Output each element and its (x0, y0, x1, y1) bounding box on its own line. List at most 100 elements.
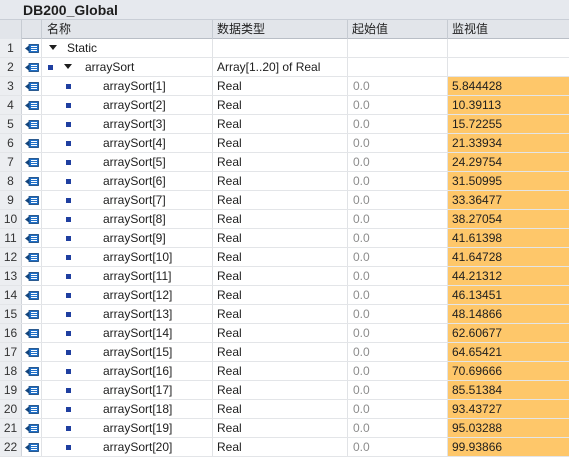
start-value-cell[interactable]: 0.0 (348, 305, 448, 323)
name-cell[interactable]: arraySort[4] (42, 134, 213, 152)
table-row[interactable]: 11 arraySort[9] Real 0.0 41.61398 (0, 229, 569, 248)
table-row[interactable]: 18 arraySort[16] Real 0.0 70.69666 (0, 362, 569, 381)
name-cell[interactable]: arraySort[11] (42, 267, 213, 285)
name-cell[interactable]: arraySort[15] (42, 343, 213, 361)
start-value-cell[interactable]: 0.0 (348, 267, 448, 285)
datatype-cell[interactable]: Real (213, 115, 348, 133)
start-value-cell[interactable]: 0.0 (348, 210, 448, 228)
start-value-cell[interactable]: 0.0 (348, 229, 448, 247)
row-number[interactable]: 5 (0, 115, 22, 133)
start-value-cell[interactable] (348, 39, 448, 57)
start-value-cell[interactable]: 0.0 (348, 153, 448, 171)
row-number[interactable]: 14 (0, 286, 22, 304)
datatype-cell[interactable]: Real (213, 210, 348, 228)
name-cell[interactable]: arraySort[17] (42, 381, 213, 399)
name-cell[interactable]: arraySort[1] (42, 77, 213, 95)
row-number[interactable]: 18 (0, 362, 22, 380)
name-cell[interactable]: arraySort (42, 58, 213, 76)
table-row[interactable]: 2 arraySort Array[1..20] of Real (0, 58, 569, 77)
name-cell[interactable]: arraySort[20] (42, 438, 213, 456)
datatype-cell[interactable]: Real (213, 172, 348, 190)
table-row[interactable]: 4 arraySort[2] Real 0.0 10.39113 (0, 96, 569, 115)
table-row[interactable]: 19 arraySort[17] Real 0.0 85.51384 (0, 381, 569, 400)
start-value-cell[interactable]: 0.0 (348, 96, 448, 114)
row-number[interactable]: 12 (0, 248, 22, 266)
header-datatype[interactable]: 数据类型 (213, 20, 348, 39)
start-value-cell[interactable]: 0.0 (348, 77, 448, 95)
start-value-cell[interactable]: 0.0 (348, 438, 448, 456)
datatype-cell[interactable]: Real (213, 381, 348, 399)
datatype-cell[interactable]: Real (213, 134, 348, 152)
datatype-cell[interactable] (213, 39, 348, 57)
datatype-cell[interactable]: Array[1..20] of Real (213, 58, 348, 76)
start-value-cell[interactable]: 0.0 (348, 134, 448, 152)
datatype-cell[interactable]: Real (213, 286, 348, 304)
datatype-cell[interactable]: Real (213, 400, 348, 418)
name-cell[interactable]: arraySort[8] (42, 210, 213, 228)
datatype-cell[interactable]: Real (213, 229, 348, 247)
name-cell[interactable]: arraySort[9] (42, 229, 213, 247)
start-value-cell[interactable]: 0.0 (348, 115, 448, 133)
row-number[interactable]: 21 (0, 419, 22, 437)
row-number[interactable]: 19 (0, 381, 22, 399)
row-number[interactable]: 7 (0, 153, 22, 171)
name-cell[interactable]: arraySort[13] (42, 305, 213, 323)
name-cell[interactable]: arraySort[5] (42, 153, 213, 171)
expand-arrow-icon[interactable] (64, 64, 72, 69)
table-row[interactable]: 17 arraySort[15] Real 0.0 64.65421 (0, 343, 569, 362)
name-cell[interactable]: Static (42, 39, 213, 57)
datatype-cell[interactable]: Real (213, 305, 348, 323)
table-row[interactable]: 15 arraySort[13] Real 0.0 48.14866 (0, 305, 569, 324)
table-row[interactable]: 9 arraySort[7] Real 0.0 33.36477 (0, 191, 569, 210)
start-value-cell[interactable]: 0.0 (348, 286, 448, 304)
start-value-cell[interactable]: 0.0 (348, 343, 448, 361)
start-value-cell[interactable] (348, 58, 448, 76)
start-value-cell[interactable]: 0.0 (348, 419, 448, 437)
row-number[interactable]: 3 (0, 77, 22, 95)
row-number[interactable]: 11 (0, 229, 22, 247)
name-cell[interactable]: arraySort[19] (42, 419, 213, 437)
table-row[interactable]: 10 arraySort[8] Real 0.0 38.27054 (0, 210, 569, 229)
start-value-cell[interactable]: 0.0 (348, 381, 448, 399)
table-row[interactable]: 22 arraySort[20] Real 0.0 99.93866 (0, 438, 569, 457)
row-number[interactable]: 17 (0, 343, 22, 361)
start-value-cell[interactable]: 0.0 (348, 324, 448, 342)
row-number[interactable]: 20 (0, 400, 22, 418)
table-row[interactable]: 5 arraySort[3] Real 0.0 15.72255 (0, 115, 569, 134)
table-row[interactable]: 3 arraySort[1] Real 0.0 5.844428 (0, 77, 569, 96)
datatype-cell[interactable]: Real (213, 419, 348, 437)
datatype-cell[interactable]: Real (213, 96, 348, 114)
table-row[interactable]: 1 Static (0, 39, 569, 58)
table-row[interactable]: 16 arraySort[14] Real 0.0 62.60677 (0, 324, 569, 343)
row-number[interactable]: 1 (0, 39, 22, 57)
start-value-cell[interactable]: 0.0 (348, 248, 448, 266)
header-start-value[interactable]: 起始值 (348, 20, 448, 39)
header-monitor-value[interactable]: 监视值 (448, 20, 569, 39)
start-value-cell[interactable]: 0.0 (348, 400, 448, 418)
row-number[interactable]: 22 (0, 438, 22, 456)
table-row[interactable]: 21 arraySort[19] Real 0.0 95.03288 (0, 419, 569, 438)
start-value-cell[interactable]: 0.0 (348, 362, 448, 380)
expand-arrow-icon[interactable] (49, 45, 57, 50)
name-cell[interactable]: arraySort[18] (42, 400, 213, 418)
row-number[interactable]: 15 (0, 305, 22, 323)
datatype-cell[interactable]: Real (213, 343, 348, 361)
table-row[interactable]: 13 arraySort[11] Real 0.0 44.21312 (0, 267, 569, 286)
table-row[interactable]: 14 arraySort[12] Real 0.0 46.13451 (0, 286, 569, 305)
row-number[interactable]: 2 (0, 58, 22, 76)
datatype-cell[interactable]: Real (213, 191, 348, 209)
start-value-cell[interactable]: 0.0 (348, 191, 448, 209)
table-row[interactable]: 20 arraySort[18] Real 0.0 93.43727 (0, 400, 569, 419)
row-number[interactable]: 4 (0, 96, 22, 114)
table-row[interactable]: 8 arraySort[6] Real 0.0 31.50995 (0, 172, 569, 191)
row-number[interactable]: 8 (0, 172, 22, 190)
row-number[interactable]: 16 (0, 324, 22, 342)
start-value-cell[interactable]: 0.0 (348, 172, 448, 190)
datatype-cell[interactable]: Real (213, 324, 348, 342)
name-cell[interactable]: arraySort[2] (42, 96, 213, 114)
name-cell[interactable]: arraySort[3] (42, 115, 213, 133)
name-cell[interactable]: arraySort[16] (42, 362, 213, 380)
name-cell[interactable]: arraySort[10] (42, 248, 213, 266)
table-row[interactable]: 12 arraySort[10] Real 0.0 41.64728 (0, 248, 569, 267)
row-number[interactable]: 10 (0, 210, 22, 228)
